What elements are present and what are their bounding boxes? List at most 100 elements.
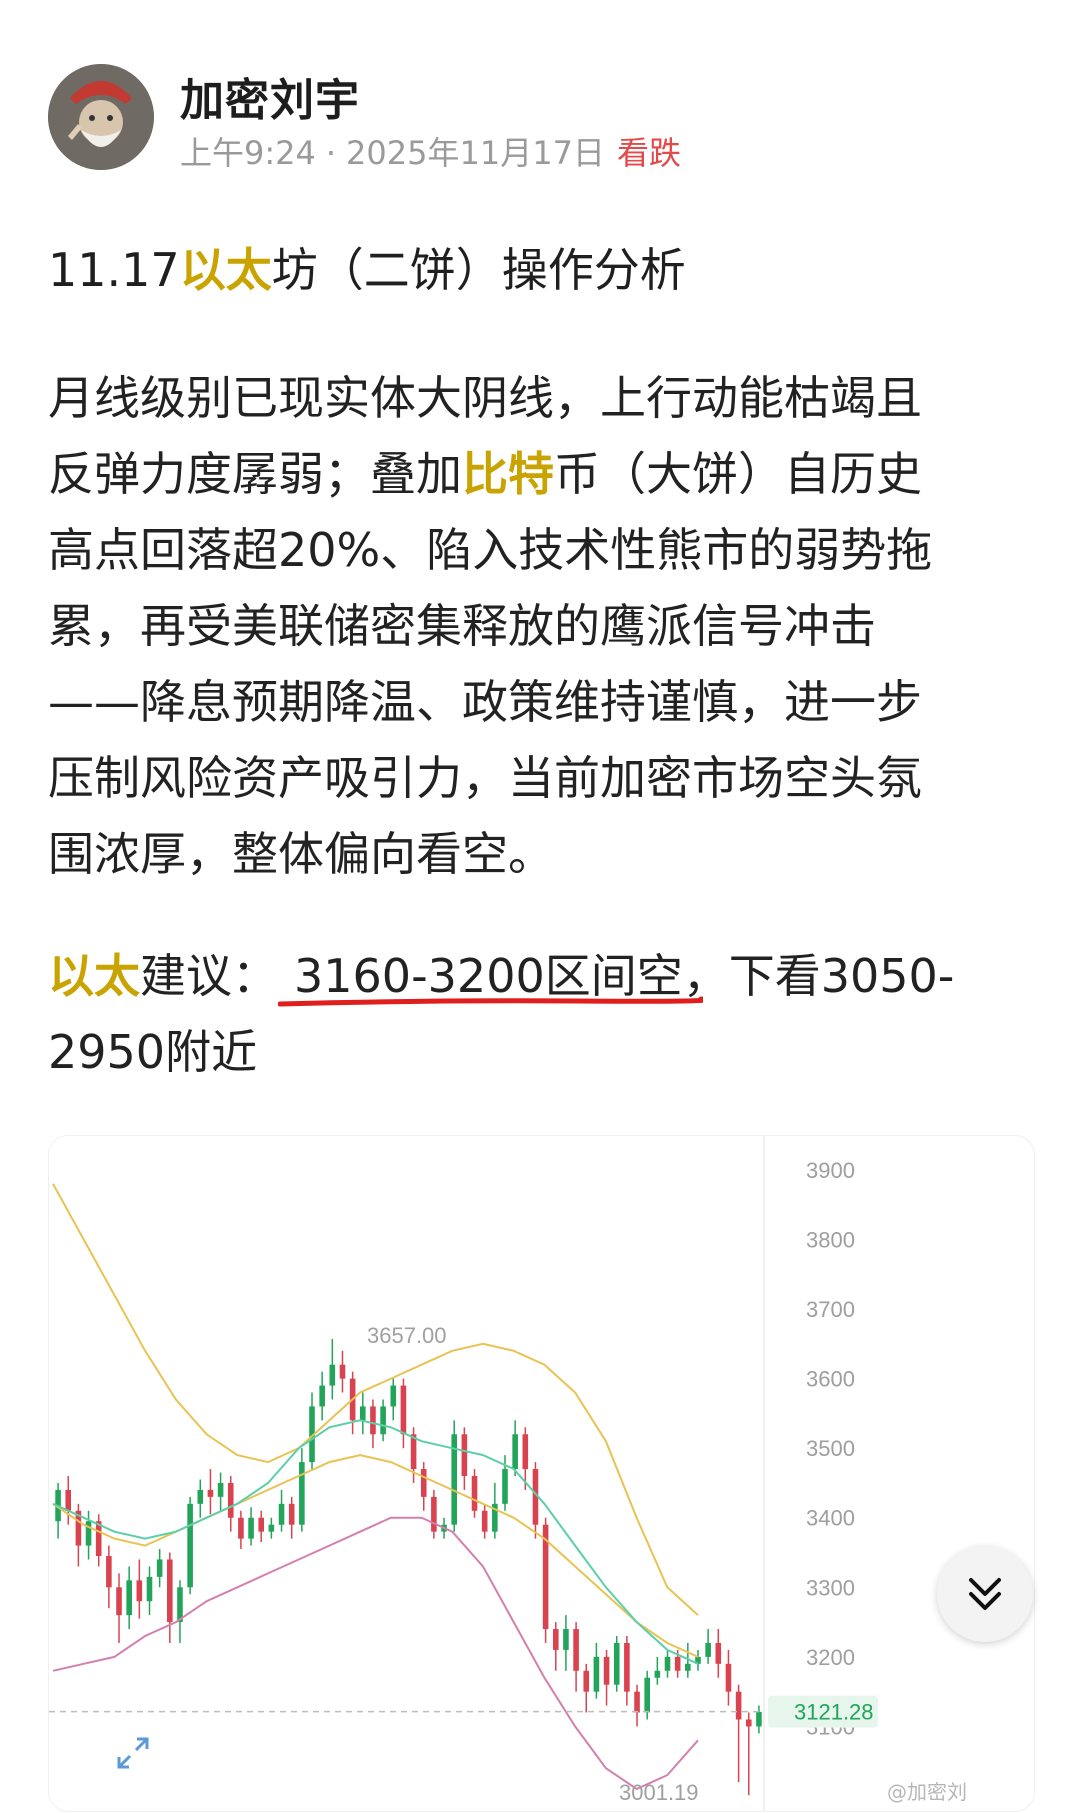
advice-label-suffix: 建议： — [140, 949, 278, 1003]
candle-body — [552, 1629, 559, 1650]
y-tick-label: 3300 — [806, 1575, 855, 1600]
candle-body — [370, 1406, 376, 1435]
candle-body — [634, 1691, 640, 1713]
candle-body — [654, 1670, 661, 1678]
high-price-label: 3657.00 — [367, 1323, 447, 1348]
candle-body — [502, 1469, 508, 1504]
candlestick-chart: 3900380037003600350034003300320031003121… — [49, 1136, 878, 1811]
candle-body — [481, 1510, 488, 1532]
candle-body — [156, 1559, 163, 1577]
candle-body — [512, 1434, 518, 1470]
candle-body — [339, 1364, 346, 1379]
candle-body — [258, 1517, 265, 1532]
body-highlight[interactable]: 比特 — [462, 447, 554, 501]
candle-body — [197, 1489, 204, 1504]
scroll-down-button[interactable] — [937, 1546, 1033, 1642]
candle-body — [674, 1656, 681, 1671]
body-text-fragment: 币（大饼）自历史 — [554, 447, 922, 501]
y-tick-label: 3700 — [806, 1297, 855, 1322]
candle-body — [390, 1385, 397, 1407]
candle-body — [461, 1434, 468, 1476]
y-tick-label: 3400 — [806, 1506, 855, 1531]
body-line: 高点回落超20%、陷入技术性熊市的弱势拖 — [48, 523, 933, 577]
title-highlight[interactable]: 以太 — [180, 243, 272, 297]
avatar-image — [48, 64, 154, 170]
candle-body — [329, 1364, 336, 1386]
candle-body — [624, 1642, 630, 1692]
author-name[interactable]: 加密刘宇 — [180, 64, 360, 128]
body-line: 累，再受美联储密集释放的鹰派信号冲击 — [48, 599, 876, 653]
candle-body — [248, 1517, 254, 1539]
body-line: 月线级别已现实体大阴线，上行动能枯竭且 — [48, 371, 922, 425]
title-suffix: 坊（二饼）操作分析 — [271, 243, 686, 297]
candle-body — [613, 1642, 620, 1685]
candle-body — [116, 1587, 122, 1616]
candle-body — [420, 1469, 427, 1497]
candle-body — [685, 1663, 691, 1671]
post-meta: 上午9:24 · 2025年11月17日 看跌 — [180, 128, 681, 174]
candle-body — [359, 1406, 366, 1421]
candle-body — [380, 1406, 386, 1435]
candle-body — [725, 1663, 732, 1692]
candle-body — [146, 1576, 153, 1602]
candle-body — [85, 1521, 92, 1546]
candle-body — [126, 1580, 132, 1616]
candle-body — [664, 1656, 671, 1671]
candle-body — [65, 1489, 72, 1511]
y-tick-label: 3200 — [806, 1645, 855, 1670]
candle-body — [278, 1503, 285, 1525]
candle-body — [238, 1517, 244, 1539]
candle-body — [471, 1476, 478, 1511]
candle-body — [431, 1496, 437, 1532]
red-underline — [278, 996, 703, 1007]
y-tick-label: 3800 — [806, 1227, 855, 1252]
candle-body — [299, 1462, 305, 1525]
candle-body — [573, 1629, 579, 1671]
candle-body — [167, 1559, 173, 1623]
low-price-label: 3001.19 — [619, 1780, 699, 1805]
candle-body — [593, 1656, 600, 1692]
candle-body — [735, 1691, 742, 1720]
candle-body — [603, 1656, 610, 1685]
candle-body — [756, 1711, 762, 1727]
advice-section: 以太建议： 3160-3200区间空，下看3050- 2950附近 — [48, 938, 1033, 1090]
candle-body — [715, 1642, 722, 1664]
candle-body — [705, 1642, 711, 1657]
y-tick-label: 3900 — [806, 1158, 855, 1183]
body-line: 压制风险资产吸引力，当前加密市场空头氛 — [48, 751, 922, 805]
body-line: 反弹力度孱弱；叠加比特币（大饼）自历史 — [48, 436, 1033, 512]
body-text-fragment: 反弹力度孱弱；叠加 — [48, 447, 462, 501]
candle-body — [268, 1524, 275, 1532]
middle-band-line — [52, 1419, 699, 1665]
body-line: ——降息预期降温、政策维持谨慎，进一步 — [48, 675, 922, 729]
candle-body — [288, 1503, 295, 1525]
candle-body — [644, 1677, 650, 1713]
last-price-label: 3121.28 — [794, 1700, 874, 1725]
post-date: 2025年11月17日 — [346, 134, 605, 172]
candle-body — [563, 1629, 569, 1650]
advice-label[interactable]: 以太 — [48, 949, 140, 1003]
sentiment-tag[interactable]: 看跌 — [617, 134, 681, 172]
y-tick-label: 3500 — [806, 1436, 855, 1461]
chart-watermark: @加密刘 — [887, 1780, 967, 1804]
candle-body — [207, 1489, 214, 1497]
post-time: 上午9:24 — [180, 134, 316, 172]
meta-separator: · — [325, 134, 337, 172]
candle-body — [400, 1385, 407, 1435]
moving-average-line — [52, 1454, 699, 1658]
double-chevron-down-icon — [969, 1578, 1001, 1610]
candle-body — [319, 1385, 325, 1407]
expand-arrows-icon[interactable] — [111, 1731, 155, 1775]
post-body: 月线级别已现实体大阴线，上行动能枯竭且 反弹力度孱弱；叠加比特币（大饼）自历史 … — [48, 360, 1033, 892]
y-tick-label: 3600 — [806, 1367, 855, 1392]
post-title: 11.17以太坊（二饼）操作分析 — [48, 234, 686, 300]
avatar[interactable] — [48, 64, 154, 170]
candle-body — [227, 1482, 234, 1518]
advice-line: 2950附近 — [48, 1025, 258, 1079]
price-chart-card[interactable]: 3900380037003600350034003300320031003121… — [48, 1135, 1035, 1812]
upper-band-line — [52, 1183, 699, 1616]
candle-body — [106, 1556, 112, 1588]
post-header: 加密刘宇 上午9:24 · 2025年11月17日 看跌 — [48, 62, 1038, 172]
title-prefix: 11.17 — [48, 243, 180, 297]
candle-body — [187, 1503, 193, 1588]
